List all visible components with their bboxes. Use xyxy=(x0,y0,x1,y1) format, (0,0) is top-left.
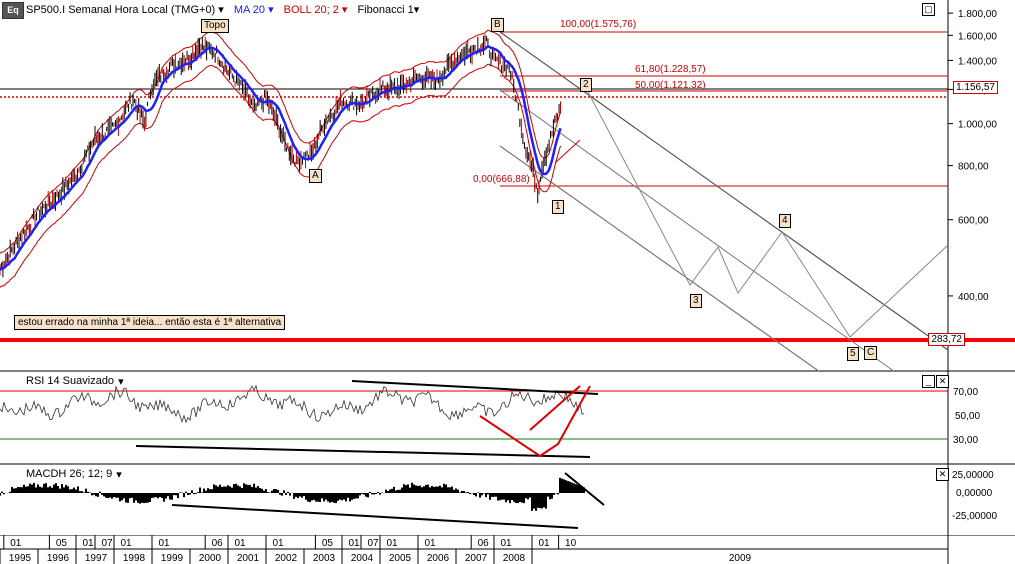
rsi-title[interactable]: RSI 14 Suavizado ▾ xyxy=(26,375,124,388)
boll-indicator-label[interactable]: BOLL 20; 2 ▾ xyxy=(284,3,348,16)
month-label: 01 xyxy=(272,538,284,549)
price-y-tick-label: 600,00 xyxy=(958,216,989,227)
label-4: 4 xyxy=(779,214,791,228)
price-y-tick-label: 1.800,00 xyxy=(958,9,997,20)
year-label: 2007 xyxy=(465,553,488,564)
label-A: A xyxy=(309,169,322,183)
month-label: 01 xyxy=(500,538,512,549)
year-label: 1996 xyxy=(47,553,70,564)
year-label: 2003 xyxy=(313,553,336,564)
fibonacci-label[interactable]: Fibonacci 1▾ xyxy=(357,3,419,16)
label-5: 5 xyxy=(847,347,859,361)
maximize-button[interactable]: ▢ xyxy=(922,3,935,16)
last-price-tag: 1.156,57 xyxy=(953,81,998,94)
year-label: 1999 xyxy=(161,553,184,564)
price-y-tick-label: 1.400,00 xyxy=(958,56,997,67)
year-label: 1995 xyxy=(9,553,32,564)
price-y-tick-label: 800,00 xyxy=(958,162,989,173)
year-label: 2006 xyxy=(427,553,450,564)
price-y-axis: 1.800,001.600,001.400,001.200,001.000,00… xyxy=(948,9,997,303)
macd-tick-0: 0,00000 xyxy=(956,488,993,499)
macd-panel: 25,00000 0,00000 -25,00000 MACDH 26; 12;… xyxy=(0,465,1015,535)
year-label: 2004 xyxy=(351,553,374,564)
rsi-tick-70: 70,00 xyxy=(953,387,978,398)
month-label: 06 xyxy=(212,538,224,549)
year-label: 2005 xyxy=(389,553,412,564)
elliott-projection xyxy=(587,91,949,338)
month-label: 01 xyxy=(386,538,398,549)
label-3: 3 xyxy=(690,294,702,308)
chart-header: SP500.I Semanal Hora Local (TMG+0) ▾ MA … xyxy=(26,3,419,16)
month-label: 01 xyxy=(82,538,94,549)
rsi-minimize-button[interactable]: _ xyxy=(922,375,935,388)
rsi-red-channel xyxy=(479,385,591,458)
ma-indicator-label[interactable]: MA 20 ▾ xyxy=(234,3,274,16)
label-B: B xyxy=(491,18,504,32)
label-topo: Topo xyxy=(201,19,229,33)
chart-menu-icon[interactable]: Eq xyxy=(2,2,24,19)
rsi-panel: 70,00 50,00 30,00 RSI 14 Suavizado ▾ _ ✕ xyxy=(0,372,1015,465)
year-label: 2001 xyxy=(237,553,260,564)
support-price-tag: 283,72 xyxy=(928,333,965,346)
macd-tick-neg25: -25,00000 xyxy=(952,511,997,522)
price-panel: 1.800,001.600,001.400,001.200,001.000,00… xyxy=(0,0,1015,372)
year-label: 1998 xyxy=(123,553,146,564)
label-1: 1 xyxy=(552,200,564,214)
rsi-trend-lower xyxy=(135,445,591,458)
time-axis-chart: 1995 1996 1997 1998 1999 2000 2001 2002 2003 2004… xyxy=(0,535,1015,564)
year-label: 2002 xyxy=(275,553,298,564)
month-label: 01 xyxy=(120,538,132,549)
macd-chart: 25,00000 0,00000 -25,00000 xyxy=(0,465,997,535)
macd-trend-upper xyxy=(171,504,579,529)
macd-tick-25: 25,00000 xyxy=(952,470,994,481)
rsi-close-button[interactable]: ✕ xyxy=(936,375,949,388)
fib-0-label: 0,00(666,88) xyxy=(473,174,530,185)
comment-note: estou errado na minha 1ª ideia... então … xyxy=(14,315,286,330)
month-label: 05 xyxy=(56,538,68,549)
symbol-title[interactable]: SP500.I Semanal Hora Local (TMG+0) ▾ xyxy=(26,3,224,16)
month-label: 07 xyxy=(101,538,113,549)
price-y-tick-label: 400,00 xyxy=(958,292,989,303)
month-label: 10 xyxy=(565,538,577,549)
month-label: 06 xyxy=(478,538,490,549)
macd-title[interactable]: MACDH 26; 12; 9 ▾ xyxy=(26,468,122,481)
month-label: 05 xyxy=(322,538,334,549)
rsi-tick-50: 50,00 xyxy=(955,411,980,422)
label-2: 2 xyxy=(580,78,592,92)
macd-close-button[interactable]: ✕ xyxy=(936,468,949,481)
price-series xyxy=(0,34,561,278)
fib-100-label: 100,00(1.575,76) xyxy=(560,19,636,30)
month-label: 01 xyxy=(348,538,360,549)
month-label: 01 xyxy=(424,538,436,549)
year-label: 2008 xyxy=(503,553,526,564)
month-label: 01 xyxy=(234,538,246,549)
month-label: 01 xyxy=(158,538,170,549)
label-C: C xyxy=(864,346,878,360)
rsi-chart: 70,00 50,00 30,00 xyxy=(0,372,1015,465)
month-label: 01 xyxy=(538,538,550,549)
time-axis: 1995 1996 1997 1998 1999 2000 2001 2002 2003 2004… xyxy=(0,535,1015,564)
price-y-tick-label: 1.600,00 xyxy=(958,31,997,42)
month-label: 01 xyxy=(10,538,22,549)
year-label: 2000 xyxy=(199,553,222,564)
rsi-tick-30: 30,00 xyxy=(953,435,978,446)
channel-upper-line xyxy=(499,31,949,351)
year-label: 1997 xyxy=(85,553,108,564)
rsi-trend-upper xyxy=(351,380,599,395)
price-y-tick-label: 1.000,00 xyxy=(958,120,997,131)
fib-618-label: 61,80(1.228,57) xyxy=(635,64,706,75)
macd-histogram xyxy=(0,477,585,511)
month-label: 07 xyxy=(367,538,379,549)
fib-50-label: 50,00(1.121,32) xyxy=(635,80,706,91)
year-label: 2009 xyxy=(729,553,752,564)
